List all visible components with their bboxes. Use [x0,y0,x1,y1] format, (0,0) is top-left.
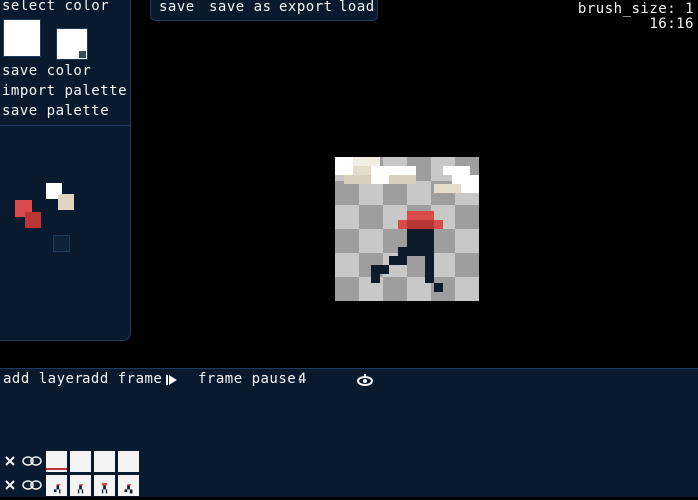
frame-thumbnail[interactable] [94,475,115,496]
frame-thumbnail[interactable] [70,451,91,472]
onion-skin-icon[interactable] [357,374,373,386]
frame-thumbnail[interactable] [118,451,139,472]
save-as-button[interactable]: save as [209,0,272,15]
visibility-toggle-icon[interactable] [22,480,42,490]
frame-thumbnail-image [53,484,61,494]
primary-color-swatch[interactable] [3,19,41,57]
frame-thumbnail-image [77,484,84,494]
brush-size-readout: brush_size: 1 [577,1,694,17]
panel-divider [0,125,131,126]
frame-thumbnail-image [101,482,108,494]
delete-layer-icon[interactable] [4,455,16,467]
delete-layer-icon[interactable] [4,479,16,491]
timeline-panel: add layer add frame frame pause: 4 [0,368,698,497]
frame-thumbnail[interactable] [118,475,139,496]
secondary-color-swatch[interactable] [56,28,88,60]
palette-swatch[interactable] [58,194,74,210]
frame-thumbnail[interactable] [46,451,67,472]
play-icon[interactable] [165,373,179,387]
save-button[interactable]: save [159,0,195,15]
add-frame-button[interactable]: add frame [82,371,162,387]
menu-bar: save save as export load [150,0,378,21]
import-palette-button[interactable]: import palette [2,83,127,99]
drawing-canvas[interactable] [335,157,479,301]
palette-swatch-empty[interactable] [53,235,70,252]
frame-thumbnail-image [124,484,133,494]
canvas-size-readout: 16:16 [649,16,694,32]
palette-swatch[interactable] [25,212,41,228]
frame-thumbnail[interactable] [94,451,115,472]
add-layer-button[interactable]: add layer [3,371,83,387]
save-palette-button[interactable]: save palette [2,103,109,119]
load-button[interactable]: load [339,0,375,15]
select-color-label: select color [2,0,110,14]
frame-thumbnail[interactable] [70,475,91,496]
color-panel: select color save color import palette s… [0,0,131,341]
visibility-toggle-icon[interactable] [22,456,42,466]
swap-color-icon [79,51,86,58]
canvas-pixels [335,157,479,292]
frame-pause-label: frame pause: [198,371,306,387]
save-color-button[interactable]: save color [2,63,91,79]
export-button[interactable]: export [279,0,333,15]
frame-pause-value[interactable]: 4 [298,371,307,387]
frame-thumbnail[interactable] [46,475,67,496]
